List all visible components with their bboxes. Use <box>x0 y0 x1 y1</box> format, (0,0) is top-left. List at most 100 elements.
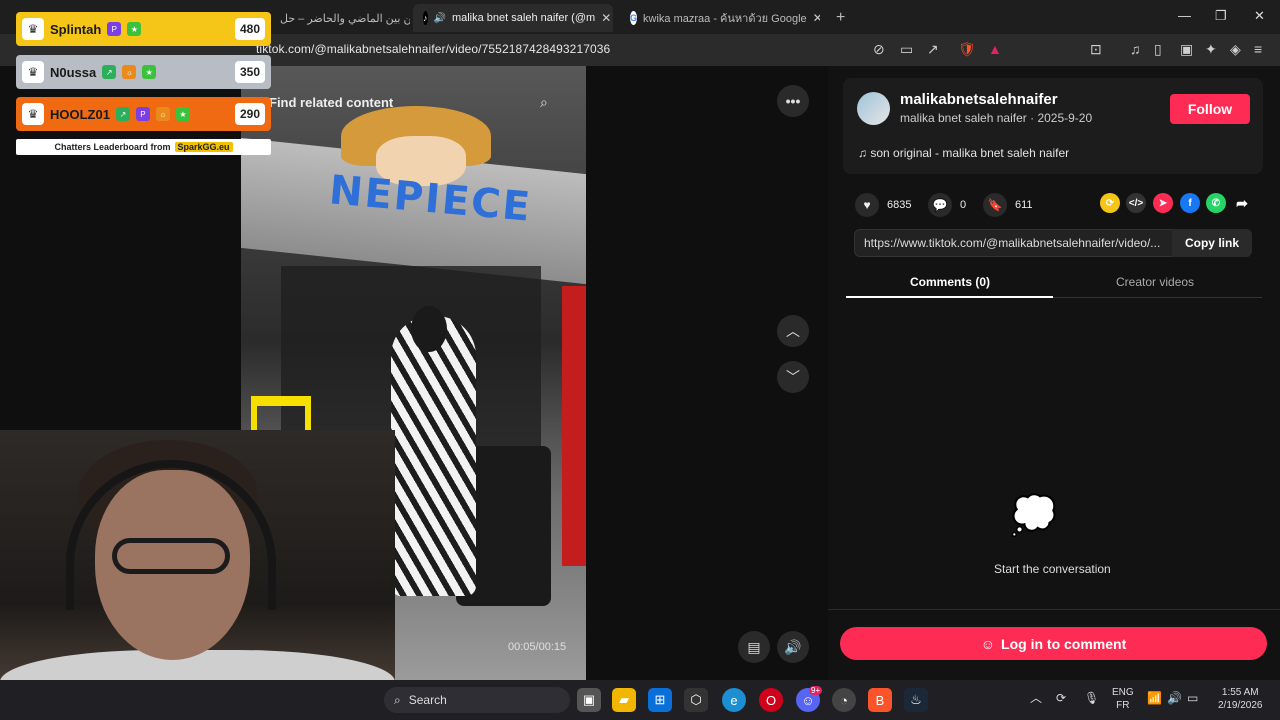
follow-button[interactable]: Follow <box>1170 94 1250 124</box>
menu-icon[interactable]: ≡ <box>1254 41 1262 57</box>
tiktok-icon: ♪ <box>423 11 428 25</box>
store-icon[interactable]: ⊞ <box>648 688 672 712</box>
volume-button[interactable]: 🔊 <box>777 631 809 663</box>
clock[interactable]: 1:55 AM 2/19/2026 <box>1218 686 1263 712</box>
vpn-icon[interactable]: ◈ <box>1230 41 1241 58</box>
speaker-icon: 🔊 <box>433 12 446 24</box>
url-field[interactable]: tiktok.com/@malikabnetsalehnaifer/video/… <box>256 42 610 56</box>
copy-link-button[interactable]: Copy link <box>1172 229 1252 257</box>
cast-icon[interactable]: ▭ <box>900 41 913 58</box>
mic-icon[interactable]: 🎙 <box>1084 692 1099 705</box>
like-stat[interactable]: ♥ 6835 <box>855 193 911 217</box>
badge-icon: P <box>135 107 150 121</box>
steam-icon[interactable]: ♨ <box>904 688 928 712</box>
new-tab-button[interactable]: + <box>826 4 850 32</box>
display-name: malika bnet saleh naifer <box>900 111 1027 125</box>
rewards-icon[interactable]: ▲ <box>988 41 1002 57</box>
tab-title: مدبلين بين الماضي والحاضر – حل <box>280 12 410 25</box>
login-to-comment-button[interactable]: ☺ Log in to comment <box>840 627 1267 660</box>
no-ads-icon[interactable]: ⊘ <box>873 41 885 58</box>
leaderboard-name: N0ussa <box>50 64 97 80</box>
pip-button[interactable]: ▤ <box>738 631 770 663</box>
search-icon[interactable]: ⌕ <box>540 94 548 111</box>
edge-icon[interactable]: e <box>722 688 746 712</box>
music-icon[interactable]: ♫ <box>1130 41 1141 57</box>
sync-icon[interactable]: ⟳ <box>1056 692 1066 705</box>
badge-icon: ★ <box>142 65 157 79</box>
leaderboard-name: Splintah <box>50 21 102 37</box>
share-icon[interactable]: ↗ <box>927 41 939 58</box>
repost-icon[interactable]: ⟳ <box>1100 193 1120 213</box>
divider <box>828 609 1280 610</box>
badge-icon: P <box>107 22 122 36</box>
leaderboard-row: ♛ Splintah P ★ 480 <box>16 12 271 46</box>
google-icon: G <box>630 11 638 25</box>
next-video-button[interactable]: ﹀ <box>777 361 809 393</box>
tab-history[interactable]: مدبلين بين الماضي والحاضر – حل <box>270 4 410 32</box>
comment-stat[interactable]: 💬 0 <box>928 193 966 217</box>
crown-icon: ♛ <box>22 18 44 40</box>
tab-creator-videos[interactable]: Creator videos <box>1116 275 1194 289</box>
opera-icon[interactable]: O <box>759 688 783 712</box>
creator-username[interactable]: malikabnetsalehnaifer <box>900 91 1058 108</box>
red-wall <box>562 286 586 566</box>
file-explorer-icon[interactable]: ▰ <box>612 688 636 712</box>
sidebar-icon[interactable]: ▯ <box>1154 41 1162 58</box>
badge-icon: ☼ <box>155 107 170 121</box>
leaderboard-name: HOOLZ01 <box>50 106 110 122</box>
save-stat[interactable]: 🔖 611 <box>983 193 1033 217</box>
lang-bottom: FR <box>1116 700 1130 711</box>
send-icon[interactable]: ➤ <box>1153 193 1173 213</box>
close-icon[interactable]: ✕ <box>601 11 611 25</box>
brave-shield-icon[interactable]: 🛡 <box>958 41 976 58</box>
app-icon[interactable]: ⬡ <box>684 688 708 712</box>
previous-video-button[interactable]: ︿ <box>777 315 809 347</box>
share-arrow-icon[interactable]: ➦ <box>1232 193 1252 213</box>
embed-icon[interactable]: </> <box>1126 193 1146 213</box>
badge-icon: ↗ <box>102 65 117 79</box>
search-icon: ⌕ <box>394 692 401 707</box>
badge-icon: ☼ <box>122 65 137 79</box>
facebook-icon[interactable]: f <box>1180 193 1200 213</box>
taskbar-search[interactable]: ⌕ Search <box>384 687 570 713</box>
video-link[interactable]: https://www.tiktok.com/@malikabnetsalehn… <box>864 236 1160 250</box>
reader-icon[interactable]: ⊡ <box>1090 41 1102 58</box>
minimize-icon[interactable]: — <box>1178 8 1191 23</box>
badge-icon: ↗ <box>115 107 130 121</box>
close-icon[interactable]: ✕ <box>813 11 820 25</box>
webcam-overlay <box>0 430 395 720</box>
save-count: 611 <box>1015 199 1033 211</box>
close-window-icon[interactable]: ✕ <box>1254 8 1265 24</box>
comment-count: 0 <box>960 199 967 211</box>
clock-app-icon[interactable]: ◔ <box>832 688 856 712</box>
volume-icon[interactable]: 🔊 <box>1167 692 1182 705</box>
comment-tabs <box>846 270 1262 298</box>
leaderboard-row: ♛ HOOLZ01 ↗ P ☼ ★ 290 <box>16 97 271 131</box>
active-tab-indicator <box>846 296 1053 298</box>
wifi-icon[interactable]: 📶 <box>1147 692 1162 705</box>
wallet-icon[interactable]: ▣ <box>1180 41 1193 58</box>
whatsapp-icon[interactable]: ✆ <box>1206 193 1226 213</box>
footer-text: Chatters Leaderboard from <box>54 142 171 152</box>
bookmark-icon: 🔖 <box>983 193 1007 217</box>
comment-icon: 💬 <box>928 193 952 217</box>
music-line[interactable]: ♫ son original - malika bnet saleh naife… <box>858 146 1069 160</box>
brave-icon[interactable]: B <box>868 688 892 712</box>
chevron-up-icon[interactable]: ︿ <box>1030 692 1042 705</box>
leo-icon[interactable]: ✦ <box>1205 41 1217 58</box>
screen: مدبلين بين الماضي والحاضر – حل ♪ 🔊 malik… <box>0 0 1280 720</box>
restore-icon[interactable]: ❐ <box>1215 8 1227 24</box>
language-indicator[interactable]: ENG FR <box>1112 686 1134 712</box>
tab-tiktok[interactable]: ♪ 🔊 malika bnet saleh naifer (@m ✕ <box>413 4 613 32</box>
avatar[interactable] <box>857 92 890 125</box>
like-count: 6835 <box>887 199 912 211</box>
battery-icon[interactable]: ▭ <box>1187 692 1198 705</box>
footer-brand: SparkGG.eu <box>174 142 233 152</box>
clock-time: 1:55 AM <box>1221 687 1259 698</box>
crown-icon: ♛ <box>22 103 44 125</box>
tab-comments[interactable]: Comments (0) <box>910 275 990 289</box>
related-search[interactable]: Find related content <box>269 95 393 110</box>
tab-google[interactable]: G kwika mazraa - ค้นหาด้วย Google ✕ <box>620 4 820 32</box>
more-options-button[interactable]: ••• <box>777 85 809 117</box>
task-view-icon[interactable]: ▣ <box>577 688 601 712</box>
